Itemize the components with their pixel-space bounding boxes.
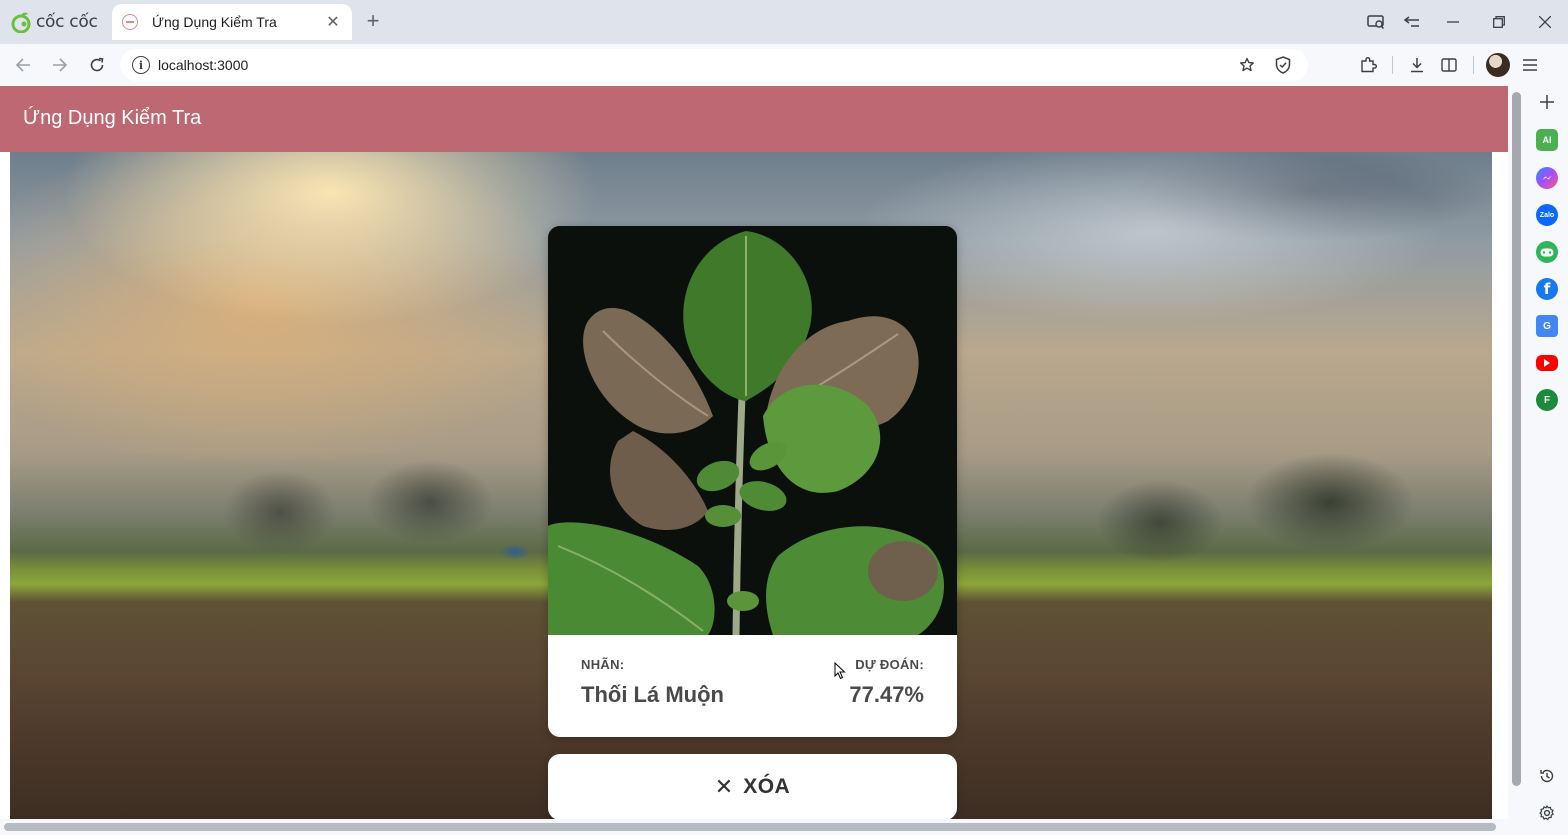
forward-button[interactable] [48,53,72,77]
app-title: Ứng Dụng Kiểm Tra [23,107,202,129]
active-tab[interactable]: Ứng Dụng Kiểm Tra ✕ [112,4,352,40]
bookmark-star-icon[interactable] [1234,52,1260,78]
new-tab-button[interactable]: + [362,10,384,32]
close-window-button[interactable] [1522,0,1568,44]
avatar [1486,53,1510,77]
history-icon[interactable] [1536,765,1558,787]
prediction-heading: DỰ ĐOÁN: [855,657,924,672]
vertical-scroll-thumb[interactable] [1512,92,1521,786]
coccoc-logo-icon [11,12,31,33]
mouse-cursor-icon [834,662,846,680]
label-value: Thối Lá Muộn [581,682,724,707]
toolbar-divider [1392,56,1393,74]
address-bar[interactable]: i localhost:3000 [120,49,1308,81]
uploaded-leaf-image [548,226,957,635]
clear-button-label: XÓA [743,775,791,798]
youtube-icon[interactable] [1536,355,1558,371]
messenger-icon[interactable] [1536,167,1558,189]
settings-gear-icon[interactable] [1536,802,1558,824]
restore-button[interactable] [1476,0,1522,44]
browser-side-panel: AI Zalo f G F [1527,86,1568,835]
app-header: Ứng Dụng Kiểm Tra [0,86,1508,152]
tab-search-icon[interactable] [1394,0,1430,44]
window-controls [1358,0,1568,44]
result-card: NHÃN: Thối Lá Muộn DỰ ĐOÁN: 77.47% [548,226,957,737]
brand-name: cốc cốc [36,12,98,32]
shield-icon[interactable] [1270,52,1296,78]
toolbar-divider [1473,56,1474,74]
zalo-icon[interactable]: Zalo [1536,204,1558,226]
tab-title: Ứng Dụng Kiểm Tra [152,14,277,30]
clear-button[interactable]: ✕ XÓA [548,754,957,819]
browser-toolbar: i localhost:3000 [0,44,1568,86]
f-icon[interactable]: F [1536,389,1558,411]
back-button[interactable] [11,53,35,77]
main-menu-icon[interactable] [1514,53,1546,77]
facebook-icon[interactable]: f [1536,278,1558,300]
profile-avatar[interactable] [1482,53,1514,77]
label-heading: NHÃN: [581,657,625,672]
prediction-value: 77.47% [849,682,924,707]
minimize-button[interactable] [1430,0,1476,44]
browser-brand[interactable]: cốc cốc [10,10,98,34]
tab-strip: cốc cốc Ứng Dụng Kiểm Tra ✕ + [0,0,1568,44]
horizontal-scroll-thumb[interactable] [4,823,1496,831]
result-info: NHÃN: Thối Lá Muộn DỰ ĐOÁN: 77.47% [548,635,957,737]
horizontal-scrollbar[interactable] [0,819,1527,835]
download-icon[interactable] [1401,53,1433,77]
close-icon: ✕ [714,774,734,799]
reload-button[interactable] [85,53,109,77]
extensions-icon[interactable] [1352,53,1384,77]
site-info-icon[interactable]: i [132,56,150,74]
screen-capture-icon[interactable] [1358,0,1394,44]
translate-icon[interactable]: G [1536,315,1558,337]
plus-icon[interactable] [1536,91,1558,113]
game-icon[interactable] [1536,241,1558,263]
ai-icon[interactable]: AI [1536,129,1558,151]
tab-favicon-icon [122,14,138,30]
toolbar-actions [1352,53,1546,77]
split-view-icon[interactable] [1433,53,1465,77]
page-viewport: Ứng Dụng Kiểm Tra NHÃN: Thối Lá Muộn DỰ … [0,86,1508,819]
tab-close-icon[interactable]: ✕ [324,12,342,32]
vertical-scrollbar[interactable] [1508,86,1527,819]
url-text[interactable]: localhost:3000 [158,57,1224,73]
